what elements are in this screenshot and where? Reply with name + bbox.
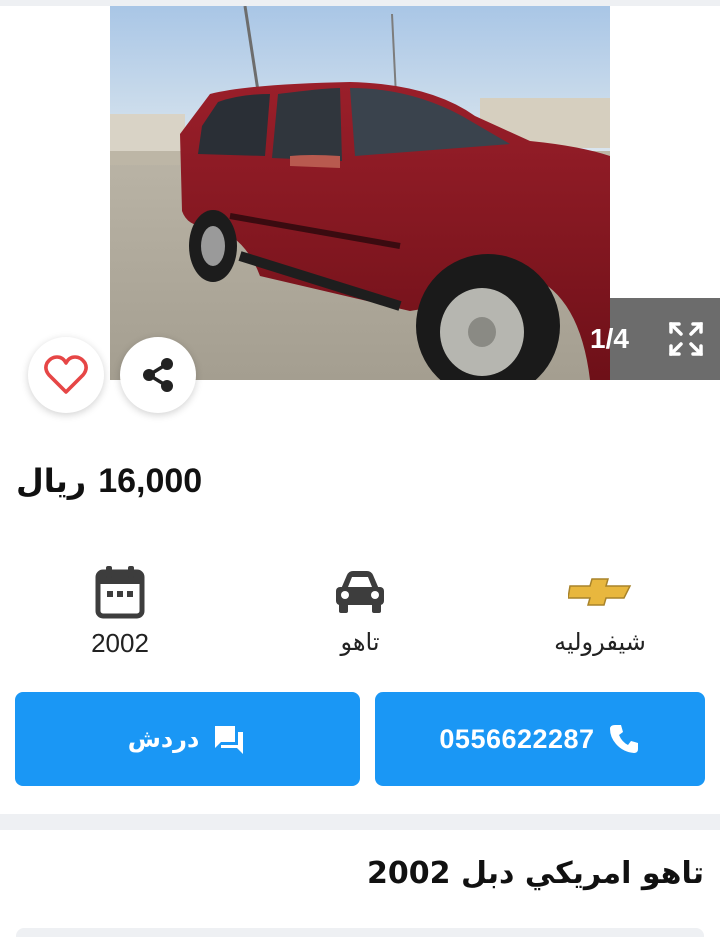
call-button[interactable]: 0556622287 (375, 692, 705, 786)
share-button[interactable] (120, 337, 196, 413)
price: ريال 16,000 (16, 462, 202, 522)
car-icon (333, 562, 387, 622)
share-icon (143, 358, 173, 392)
phone-icon (609, 725, 638, 753)
listing-title: تاهو امريكي دبل 2002 (367, 856, 704, 891)
spec-model-value: تاهو (340, 628, 380, 656)
spec-make: شيفروليه (500, 562, 700, 656)
chat-button[interactable]: دردش (15, 692, 360, 786)
spec-model: تاهو (260, 562, 460, 656)
price-value: 16,000 (98, 462, 203, 500)
section-divider (0, 814, 720, 830)
favorite-button[interactable] (28, 337, 104, 413)
chevrolet-logo (568, 562, 632, 622)
heart-outline-icon (44, 355, 88, 394)
fullscreen-button[interactable] (666, 319, 706, 359)
calendar-icon (94, 562, 146, 622)
next-section-box (16, 928, 704, 937)
price-currency: ريال (16, 462, 87, 500)
spec-year-value: 2002 (91, 628, 149, 658)
chevron-left-icon (53, 162, 69, 190)
car-photo[interactable] (110, 6, 610, 380)
fullscreen-icon (669, 322, 703, 356)
photo-counter: 1/4 (590, 323, 629, 354)
chat-icon (215, 726, 244, 754)
previous-photo-button[interactable] (46, 156, 76, 196)
photo-gallery[interactable]: 1/4 (0, 6, 720, 380)
chat-button-label: دردش (127, 725, 200, 753)
chevron-right-icon (649, 162, 665, 190)
photo-counter-panel: 1/4 (590, 298, 720, 380)
phone-number: 0556622287 (439, 723, 595, 754)
spec-make-value: شيفروليه (554, 628, 646, 656)
spec-year: 2002 (20, 562, 220, 659)
next-photo-button[interactable] (642, 156, 672, 196)
